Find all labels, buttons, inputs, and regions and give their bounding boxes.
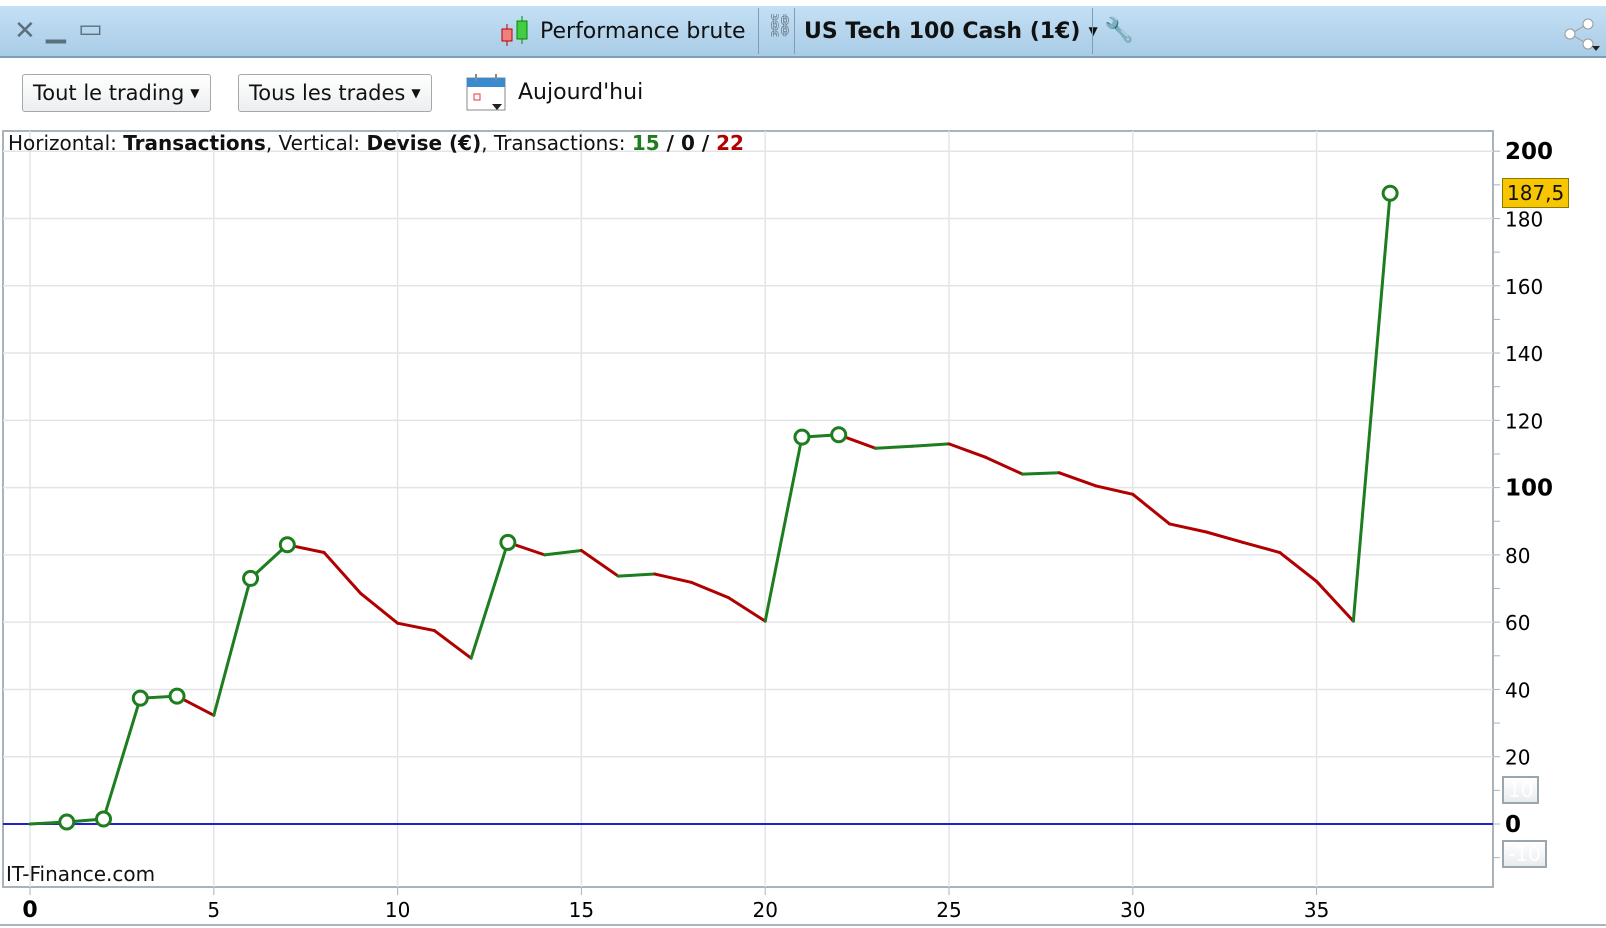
- v-label: , Vertical:: [265, 131, 367, 155]
- y-tick-label: 200: [1505, 139, 1553, 165]
- x-tick-label: 5: [207, 898, 220, 922]
- peak-marker: [168, 687, 186, 705]
- h-label: Horizontal:: [8, 131, 124, 155]
- peak-marker: [278, 536, 296, 554]
- last-value-label: 187,5: [1502, 178, 1570, 208]
- x-tick-label: 25: [936, 898, 961, 922]
- scale-down-button[interactable]: -10: [1502, 840, 1547, 868]
- up-segment: [873, 444, 914, 450]
- x-tick-label: 10: [385, 898, 410, 922]
- y-tick-label: 160: [1505, 275, 1543, 299]
- y-tick-label: 20: [1505, 746, 1530, 770]
- y-tick-label: 40: [1505, 678, 1530, 702]
- peak-marker: [131, 689, 149, 707]
- y-tick-label: 60: [1505, 611, 1530, 635]
- up-segment: [1021, 471, 1061, 476]
- watermark: IT-Finance.com: [6, 862, 156, 886]
- h-value: Transactions: [123, 131, 266, 155]
- peak-marker: [1381, 184, 1399, 202]
- sep: /: [694, 131, 717, 155]
- y-tick-label: 140: [1505, 342, 1543, 366]
- x-tick-label: 20: [752, 898, 777, 922]
- up-segment: [616, 572, 657, 578]
- y-tick-label: 120: [1505, 409, 1543, 433]
- losses-count: 22: [716, 131, 744, 155]
- y-tick-label: 180: [1505, 207, 1543, 231]
- wins-count: 15: [631, 131, 660, 155]
- y-tick-label: 0: [1505, 812, 1521, 838]
- peak-marker: [499, 533, 517, 551]
- peak-marker: [95, 810, 113, 828]
- x-tick-label: 0: [22, 898, 37, 923]
- y-tick-label: 100: [1505, 476, 1553, 502]
- neutral-count: 0: [680, 131, 695, 155]
- peak-marker: [830, 426, 848, 444]
- scale-up-button[interactable]: 10: [1502, 776, 1540, 804]
- peak-marker: [58, 813, 76, 831]
- x-tick-label: 15: [569, 898, 594, 922]
- plot-area: [2, 130, 1494, 888]
- peak-marker: [793, 428, 811, 446]
- t-label: , Transactions:: [481, 131, 632, 155]
- v-value: Devise (€): [366, 131, 482, 155]
- x-tick-label: 35: [1304, 898, 1329, 922]
- peak-marker: [242, 569, 260, 587]
- chart-info: Horizontal: Transactions, Vertical: Devi…: [8, 131, 744, 155]
- x-tick-label: 30: [1120, 898, 1145, 922]
- sep: /: [659, 131, 681, 155]
- y-tick-label: 80: [1505, 544, 1530, 568]
